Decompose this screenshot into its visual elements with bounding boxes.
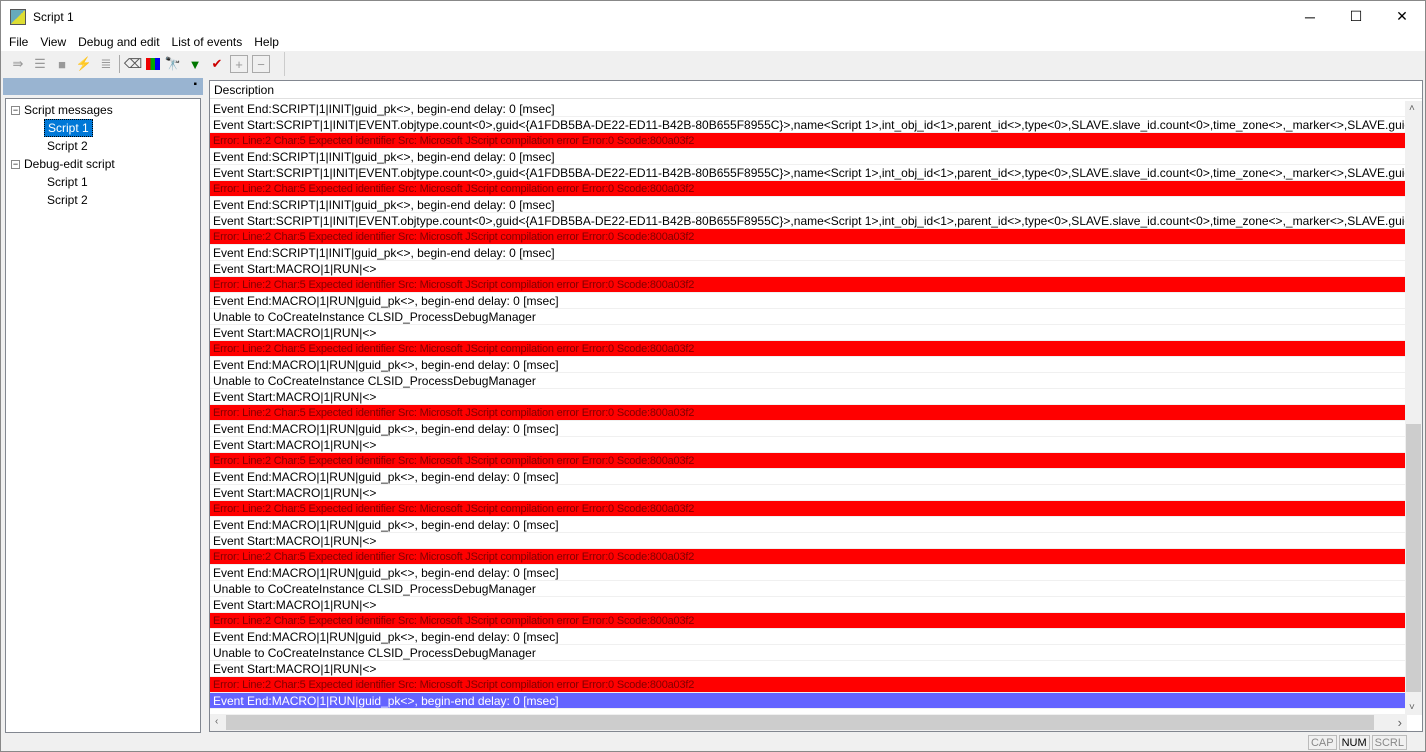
find-icon[interactable]: 🔭 (164, 55, 182, 73)
menu-bar: File View Debug and edit List of events … (1, 32, 1425, 51)
status-num: NUM (1338, 734, 1370, 750)
colors-icon[interactable] (146, 58, 160, 70)
event-row[interactable]: Event End:MACRO|1|RUN|guid_pk<>, begin-e… (210, 565, 1407, 581)
app-icon (10, 8, 26, 25)
menu-help[interactable]: Help (248, 35, 285, 49)
tree-item-debug-edit-script-2[interactable]: Script 2 (6, 191, 200, 209)
tree-view: − Script messages Script 1 Script 2 − Debu… (5, 98, 201, 733)
event-row[interactable]: Event End:MACRO|1|RUN|guid_pk<>, begin-e… (210, 357, 1407, 373)
status-cap: CAP (1307, 734, 1337, 750)
close-button[interactable]: ✕ (1379, 1, 1425, 32)
tree-item-script-messages-script-1[interactable]: Script 1 (6, 119, 200, 137)
horizontal-scroll-thumb[interactable] (226, 715, 1374, 730)
event-row[interactable]: Event Start:MACRO|1|RUN|<> (210, 389, 1407, 405)
eraser-icon[interactable]: ⌫ (124, 55, 142, 73)
event-row[interactable]: Unable to CoCreateInstance CLSID_Process… (210, 645, 1407, 661)
error-row[interactable]: Error: Line:2 Char:5 Expected identifier… (210, 501, 1407, 517)
event-row[interactable]: Event Start:MACRO|1|RUN|<> (210, 597, 1407, 613)
scroll-up-icon[interactable]: ˄ (1409, 103, 1415, 114)
event-row[interactable]: Unable to CoCreateInstance CLSID_Process… (210, 373, 1407, 389)
window-title: Script 1 (33, 9, 74, 24)
error-row[interactable]: Error: Line:2 Char:5 Expected identifier… (210, 405, 1407, 421)
title-bar: Script 1 ─ ☐ ✕ (1, 1, 1425, 32)
error-row[interactable]: Error: Line:2 Char:5 Expected identifier… (210, 277, 1407, 293)
event-row[interactable]: Event Start:SCRIPT|1|INIT|EVENT.objtype.… (210, 213, 1407, 229)
step-icon[interactable]: ☰ (31, 55, 49, 73)
pin-icon[interactable]: ▪ (193, 79, 197, 90)
event-row[interactable]: Event End:MACRO|1|RUN|guid_pk<>, begin-e… (210, 293, 1407, 309)
scroll-right-icon[interactable]: › (1398, 715, 1402, 730)
error-row[interactable]: Error: Line:2 Char:5 Expected identifier… (210, 453, 1407, 469)
tree-group-debug-edit-script[interactable]: − Debug-edit script (6, 155, 200, 173)
status-bar: CAP NUM SCRL (1, 733, 1425, 751)
event-row[interactable]: Event End:MACRO|1|RUN|guid_pk<>, begin-e… (210, 469, 1407, 485)
tree-pane-header: ▪ (3, 78, 203, 95)
menu-list-of-events[interactable]: List of events (166, 35, 249, 49)
event-row[interactable]: Event Start:SCRIPT|1|INIT|EVENT.objtype.… (210, 165, 1407, 181)
filter-check-icon[interactable]: ✔ (208, 55, 226, 73)
event-row[interactable]: Event Start:MACRO|1|RUN|<> (210, 261, 1407, 277)
tree-item-debug-edit-script-1[interactable]: Script 1 (6, 173, 200, 191)
filter-icon[interactable]: ▼ (186, 55, 204, 73)
error-row[interactable]: Error: Line:2 Char:5 Expected identifier… (210, 181, 1407, 197)
tree-group-script-messages[interactable]: − Script messages (6, 101, 200, 119)
toolbar-separator (119, 55, 120, 73)
scroll-left-icon[interactable]: ‹ (215, 716, 218, 727)
event-row[interactable]: Event Start:MACRO|1|RUN|<> (210, 661, 1407, 677)
menu-file[interactable]: File (3, 35, 34, 49)
error-row[interactable]: Error: Line:2 Char:5 Expected identifier… (210, 549, 1407, 565)
collapse-icon[interactable]: − (252, 55, 270, 73)
menu-view[interactable]: View (34, 35, 72, 49)
event-row[interactable]: Event End:SCRIPT|1|INIT|guid_pk<>, begin… (210, 149, 1407, 165)
minimize-button[interactable]: ─ (1287, 1, 1333, 32)
event-row[interactable]: Event End:MACRO|1|RUN|guid_pk<>, begin-e… (210, 629, 1407, 645)
tree-item-script-messages-script-2[interactable]: Script 2 (6, 137, 200, 155)
scroll-down-icon[interactable]: ˅ (1409, 702, 1415, 713)
maximize-button[interactable]: ☐ (1333, 1, 1379, 32)
event-row[interactable]: Event Start:SCRIPT|1|INIT|EVENT.objtype.… (210, 117, 1407, 133)
error-row[interactable]: Error: Line:2 Char:5 Expected identifier… (210, 133, 1407, 149)
error-row[interactable]: Error: Line:2 Char:5 Expected identifier… (210, 613, 1407, 629)
event-row[interactable]: Event Start:MACRO|1|RUN|<> (210, 437, 1407, 453)
horizontal-scrollbar[interactable]: ‹ › (210, 714, 1407, 731)
event-row[interactable]: Event Start:MACRO|1|RUN|<> (210, 485, 1407, 501)
list-icon[interactable]: ≣ (97, 55, 115, 73)
event-row[interactable]: Event End:MACRO|1|RUN|guid_pk<>, begin-e… (210, 693, 1407, 709)
error-row[interactable]: Error: Line:2 Char:5 Expected identifier… (210, 341, 1407, 357)
event-row[interactable]: Event End:SCRIPT|1|INIT|guid_pk<>, begin… (210, 197, 1407, 213)
event-row[interactable]: Event End:MACRO|1|RUN|guid_pk<>, begin-e… (210, 421, 1407, 437)
toolbar: ⇛ ☰ ■ ⚡ ≣ ⌫ 🔭 ▼ ✔ + − (5, 52, 285, 76)
vertical-scroll-thumb[interactable] (1406, 424, 1421, 692)
error-row[interactable]: Error: Line:2 Char:5 Expected identifier… (210, 677, 1407, 693)
run-icon[interactable]: ⇛ (9, 55, 27, 73)
event-rows: Event End:SCRIPT|1|INIT|guid_pk<>, begin… (210, 101, 1407, 709)
event-row[interactable]: Event End:MACRO|1|RUN|guid_pk<>, begin-e… (210, 517, 1407, 533)
tree-pane: ▪ − Script messages Script 1 Script 2 − De… (3, 78, 203, 733)
column-header-description[interactable]: Description (210, 81, 1422, 99)
compile-icon[interactable]: ⚡ (75, 55, 93, 73)
event-list: Description Event End:SCRIPT|1|INIT|guid… (209, 80, 1423, 732)
status-scrl: SCRL (1371, 734, 1407, 750)
event-row[interactable]: Event End:SCRIPT|1|INIT|guid_pk<>, begin… (210, 245, 1407, 261)
save-icon[interactable]: ■ (53, 55, 71, 73)
event-row[interactable]: Event Start:MACRO|1|RUN|<> (210, 533, 1407, 549)
event-row[interactable]: Unable to CoCreateInstance CLSID_Process… (210, 309, 1407, 325)
event-row[interactable]: Event Start:MACRO|1|RUN|<> (210, 325, 1407, 341)
vertical-scrollbar[interactable]: ˄ ˅ (1405, 101, 1422, 715)
collapse-icon[interactable]: − (11, 159, 20, 169)
event-row[interactable]: Unable to CoCreateInstance CLSID_Process… (210, 581, 1407, 597)
error-row[interactable]: Error: Line:2 Char:5 Expected identifier… (210, 229, 1407, 245)
event-row[interactable]: Event End:SCRIPT|1|INIT|guid_pk<>, begin… (210, 101, 1407, 117)
menu-debug-and-edit[interactable]: Debug and edit (72, 35, 165, 49)
expand-icon[interactable]: + (230, 55, 248, 73)
collapse-icon[interactable]: − (11, 105, 20, 115)
